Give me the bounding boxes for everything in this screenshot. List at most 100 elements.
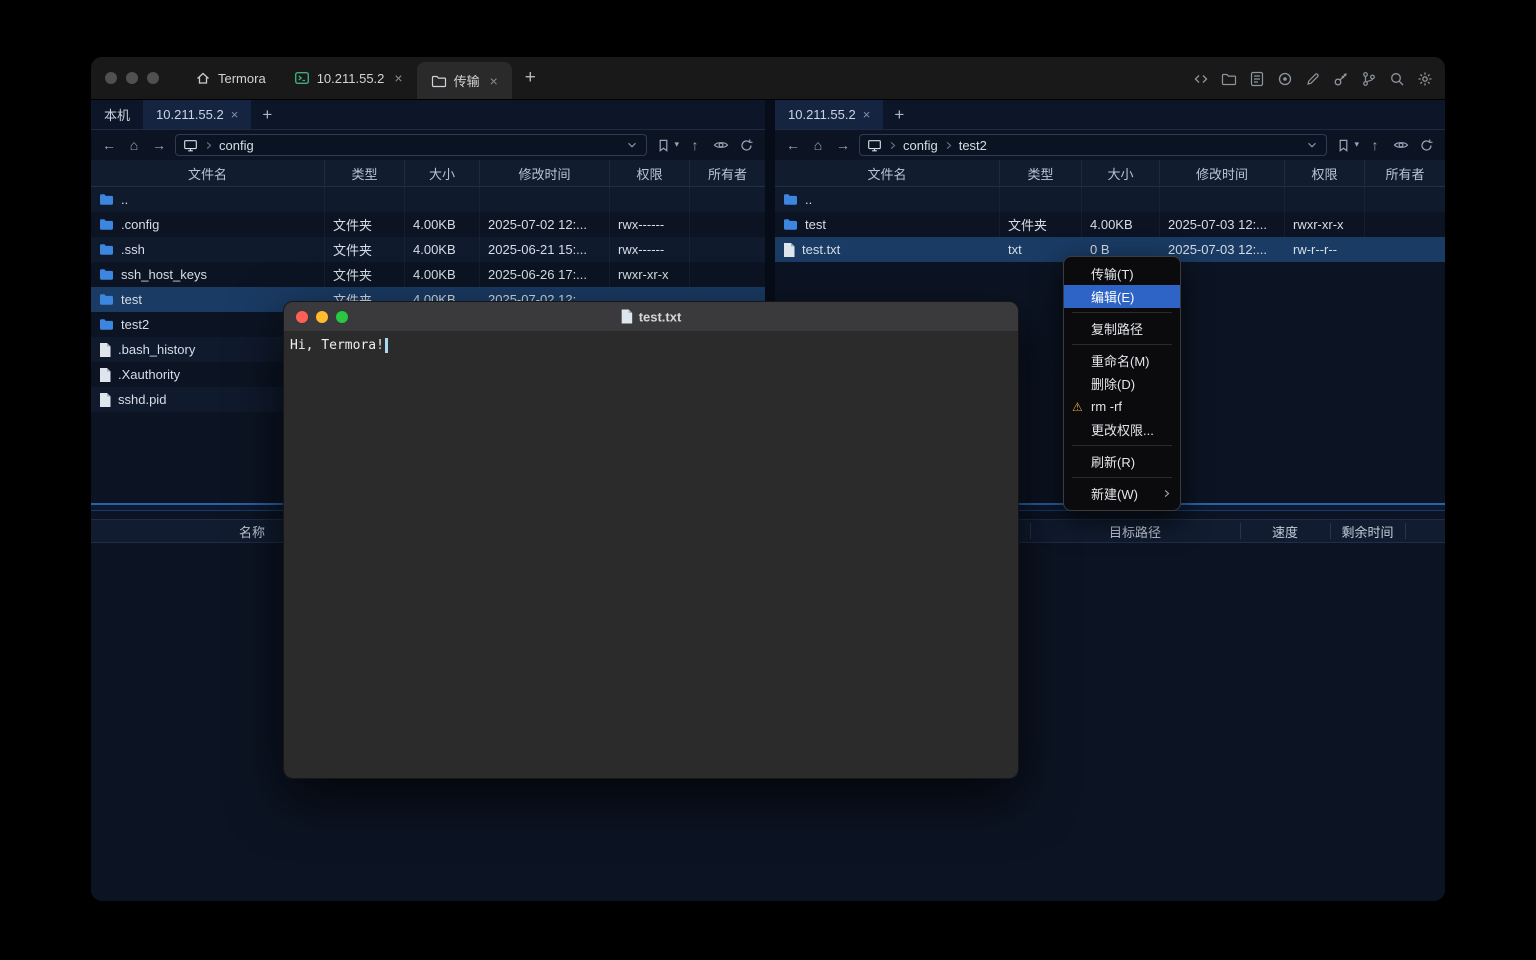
file-name: ..	[805, 192, 812, 207]
home-nav-icon[interactable]: ⌂	[125, 137, 143, 153]
menu-item-transfer[interactable]: 传输(T)	[1064, 262, 1180, 285]
editor-titlebar[interactable]: test.txt	[284, 302, 1018, 332]
path-segment[interactable]: test2	[959, 138, 987, 153]
menu-item-label: rm -rf	[1091, 399, 1122, 414]
show-hidden-eye-icon[interactable]	[1391, 137, 1410, 153]
menu-item-rename[interactable]: 重命名(M)	[1064, 349, 1180, 372]
editor-window: test.txt Hi, Termora!	[283, 301, 1019, 779]
right-panel-toolbar: ← ⌂ → config test2 ▾ ↑	[775, 130, 1445, 160]
path-bar[interactable]: config test2	[859, 134, 1327, 156]
column-header-target-path[interactable]: 目标路径	[1030, 520, 1240, 542]
tab-remote[interactable]: 10.211.55.2 ×	[775, 100, 883, 129]
menu-item-label: 新建(W)	[1091, 484, 1138, 503]
zoom-editor-button[interactable]	[336, 311, 348, 323]
column-header-size[interactable]: 大小	[1082, 160, 1160, 186]
key-icon[interactable]	[1332, 70, 1349, 87]
column-header-size[interactable]: 大小	[405, 160, 480, 186]
menu-item-refresh[interactable]: 刷新(R)	[1064, 450, 1180, 473]
path-segment[interactable]: config	[219, 138, 254, 153]
tab-local[interactable]: 本机	[91, 100, 143, 129]
bookmark-button[interactable]: ▾	[1334, 138, 1359, 153]
minimize-window-button[interactable]	[126, 72, 138, 84]
menu-item-chmod[interactable]: 更改权限...	[1064, 418, 1180, 441]
parent-dir-icon[interactable]: ↑	[686, 137, 704, 153]
column-header-speed[interactable]: 速度	[1240, 520, 1330, 542]
show-hidden-eye-icon[interactable]	[711, 137, 730, 153]
menu-item-new[interactable]: 新建(W)	[1064, 482, 1180, 505]
caret-down-icon: ▾	[674, 140, 679, 150]
file-mtime: 2025-07-03 12:...	[1160, 212, 1285, 237]
column-header-owner[interactable]: 所有者	[1365, 160, 1445, 186]
minimize-editor-button[interactable]	[316, 311, 328, 323]
file-mtime: 2025-07-02 12:...	[480, 212, 610, 237]
column-header-perm[interactable]: 权限	[610, 160, 690, 186]
warning-icon: ⚠	[1072, 400, 1083, 414]
path-bar[interactable]: config	[175, 134, 647, 156]
branch-icon[interactable]	[1360, 70, 1377, 87]
column-header-type[interactable]: 类型	[1000, 160, 1082, 186]
parent-dir-icon[interactable]: ↑	[1366, 137, 1384, 153]
close-tab-icon[interactable]: ×	[863, 107, 871, 122]
new-panel-tab-button[interactable]: +	[883, 100, 915, 129]
path-separator-icon	[943, 140, 954, 151]
close-tab-icon[interactable]: ×	[490, 73, 498, 89]
forward-icon[interactable]: →	[834, 137, 852, 153]
column-header-perm[interactable]: 权限	[1285, 160, 1365, 186]
column-header-name[interactable]: 文件名	[91, 160, 325, 186]
menu-item-rm-rf[interactable]: ⚠ rm -rf	[1064, 395, 1180, 418]
record-icon[interactable]	[1276, 70, 1293, 87]
tab-transfer[interactable]: 传输 ×	[417, 62, 512, 99]
file-name: test.txt	[802, 242, 840, 257]
folder-icon[interactable]	[1220, 70, 1237, 87]
window-controls	[105, 72, 159, 84]
close-window-button[interactable]	[105, 72, 117, 84]
code-icon[interactable]	[1192, 70, 1209, 87]
menu-item-copy-path[interactable]: 复制路径	[1064, 317, 1180, 340]
file-row[interactable]: ssh_host_keys 文件夹 4.00KB 2025-06-26 17:.…	[91, 262, 765, 287]
back-icon[interactable]: ←	[100, 137, 118, 153]
forward-icon[interactable]: →	[150, 137, 168, 153]
tab-label: 10.211.55.2	[317, 71, 385, 86]
context-menu: 传输(T) 编辑(E) 复制路径 重命名(M) 删除(D) ⚠ rm -rf 更…	[1063, 256, 1181, 511]
column-header-mtime[interactable]: 修改时间	[1160, 160, 1285, 186]
chevron-down-icon[interactable]	[625, 138, 639, 152]
file-row[interactable]: ..	[91, 187, 765, 212]
new-tab-button[interactable]: +	[512, 57, 549, 99]
home-nav-icon[interactable]: ⌂	[809, 137, 827, 153]
editor-content[interactable]: Hi, Termora!	[284, 332, 1018, 359]
log-icon[interactable]	[1248, 70, 1265, 87]
refresh-icon[interactable]	[1417, 138, 1436, 153]
column-header-eta[interactable]: 剩余时间	[1330, 520, 1405, 542]
close-tab-icon[interactable]: ×	[231, 107, 239, 122]
column-header-type[interactable]: 类型	[325, 160, 405, 186]
refresh-icon[interactable]	[737, 138, 756, 153]
file-size: 4.00KB	[405, 237, 480, 262]
menu-item-edit[interactable]: 编辑(E)	[1064, 285, 1180, 308]
file-row[interactable]: .config 文件夹 4.00KB 2025-07-02 12:... rwx…	[91, 212, 765, 237]
path-segment[interactable]: config	[903, 138, 938, 153]
column-header-name[interactable]: 文件名	[775, 160, 1000, 186]
column-header-owner[interactable]: 所有者	[690, 160, 765, 186]
file-row[interactable]: .ssh 文件夹 4.00KB 2025-06-21 15:... rwx---…	[91, 237, 765, 262]
settings-icon[interactable]	[1416, 70, 1433, 87]
chevron-down-icon[interactable]	[1305, 138, 1319, 152]
file-name: sshd.pid	[118, 392, 166, 407]
search-icon[interactable]	[1388, 70, 1405, 87]
file-perm	[1285, 187, 1365, 212]
tab-remote[interactable]: 10.211.55.2 ×	[143, 100, 251, 129]
column-header-mtime[interactable]: 修改时间	[480, 160, 610, 186]
bookmark-button[interactable]: ▾	[654, 138, 679, 153]
close-editor-button[interactable]	[296, 311, 308, 323]
zoom-window-button[interactable]	[147, 72, 159, 84]
tab-host[interactable]: 10.211.55.2 ×	[280, 57, 417, 99]
back-icon[interactable]: ←	[784, 137, 802, 153]
close-tab-icon[interactable]: ×	[394, 70, 402, 86]
caret-down-icon: ▾	[1354, 140, 1359, 150]
new-panel-tab-button[interactable]: +	[251, 100, 283, 129]
edit-icon[interactable]	[1304, 70, 1321, 87]
file-owner	[1365, 237, 1445, 262]
menu-item-delete[interactable]: 删除(D)	[1064, 372, 1180, 395]
file-row[interactable]: ..	[775, 187, 1445, 212]
tab-termora[interactable]: Termora	[181, 57, 280, 99]
file-row[interactable]: test 文件夹 4.00KB 2025-07-03 12:... rwxr-x…	[775, 212, 1445, 237]
